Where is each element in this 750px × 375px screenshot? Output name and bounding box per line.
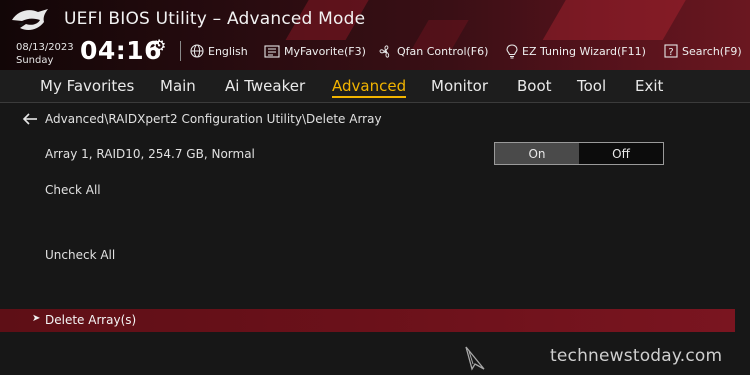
ez-tuning-wizard-label: EZ Tuning Wizard(F11): [522, 44, 646, 58]
header-divider: [180, 41, 181, 61]
lightbulb-icon: [506, 43, 518, 58]
watermark-text: technewstoday.com: [550, 346, 723, 366]
back-arrow-icon[interactable]: [22, 112, 38, 126]
language-label: English: [208, 44, 248, 58]
favorite-icon: [264, 44, 280, 58]
delete-arrays-label: Delete Array(s): [45, 313, 137, 327]
menu-advanced[interactable]: Advanced: [332, 77, 407, 98]
breadcrumb: Advanced\RAIDXpert2 Configuration Utilit…: [45, 112, 382, 126]
uncheck-all-item[interactable]: Uncheck All: [45, 248, 115, 262]
menu-my-favorites[interactable]: My Favorites: [40, 77, 134, 95]
menu-main[interactable]: Main: [160, 77, 196, 95]
toggle-off-option[interactable]: Off: [579, 143, 663, 164]
date-label: 08/13/2023: [16, 42, 74, 53]
array-item-label: Array 1, RAID10, 254.7 GB, Normal: [45, 147, 255, 161]
fan-icon: [379, 44, 390, 58]
menu-monitor[interactable]: Monitor: [431, 77, 488, 95]
submenu-arrow-icon: ➤: [32, 313, 41, 324]
menu-boot[interactable]: Boot: [517, 77, 552, 95]
day-label: Sunday: [16, 55, 54, 66]
menu-tool[interactable]: Tool: [577, 77, 606, 95]
rog-logo-icon: [12, 9, 48, 30]
help-icon: ?: [664, 44, 678, 58]
globe-icon: [190, 44, 204, 58]
menu-ai-tweaker[interactable]: Ai Tweaker: [225, 77, 305, 95]
header-decoration: [542, 0, 698, 40]
svg-text:?: ?: [668, 47, 673, 58]
gear-icon[interactable]: ⚙: [152, 36, 166, 55]
search-label: Search(F9): [682, 44, 742, 58]
qfan-control-button[interactable]: Qfan Control(F6): [378, 42, 488, 60]
ez-tuning-wizard-button[interactable]: EZ Tuning Wizard(F11): [506, 42, 646, 60]
array-toggle[interactable]: On Off: [494, 142, 664, 165]
language-button[interactable]: English: [190, 42, 248, 60]
main-menu-bar: My Favorites Main Ai Tweaker Advanced Mo…: [0, 70, 750, 103]
watermark-logo-icon: [465, 346, 485, 371]
delete-arrays-item[interactable]: ➤ Delete Array(s): [0, 309, 735, 332]
myfavorite-button[interactable]: MyFavorite(F3): [264, 42, 366, 60]
check-all-item[interactable]: Check All: [45, 183, 101, 197]
search-button[interactable]: ? Search(F9): [664, 42, 742, 60]
qfan-control-label: Qfan Control(F6): [397, 44, 489, 58]
toggle-on-option[interactable]: On: [495, 143, 579, 164]
menu-exit[interactable]: Exit: [635, 77, 663, 95]
myfavorite-label: MyFavorite(F3): [284, 44, 366, 58]
app-title: UEFI BIOS Utility – Advanced Mode: [64, 9, 366, 29]
clock-time: 04:16: [80, 36, 163, 65]
header-bar: UEFI BIOS Utility – Advanced Mode 08/13/…: [0, 0, 750, 70]
